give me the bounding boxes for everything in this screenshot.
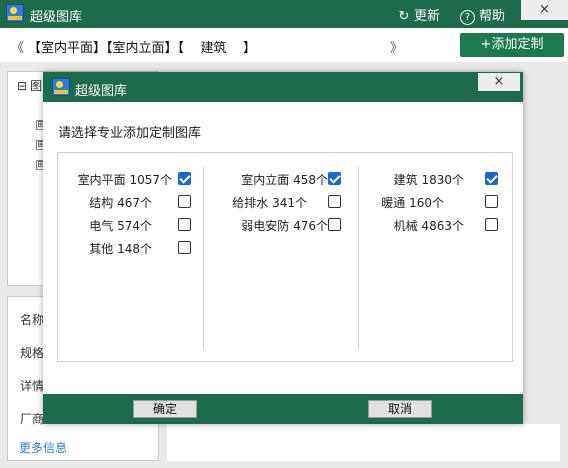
cancel-button[interactable]: 取消 xyxy=(368,400,432,418)
checkbox-architecture[interactable] xyxy=(485,172,498,185)
option-label-electrical: 电气 574个 xyxy=(89,219,152,233)
tree-root-label: 图 xyxy=(30,79,43,93)
dialog-logo-icon xyxy=(52,78,70,96)
checkbox-other[interactable] xyxy=(178,241,191,254)
discipline-options-box: 室内平面 1057个 结构 467个 电气 574个 其他 148个 室内立面 … xyxy=(57,152,513,362)
checkbox-interior-plan[interactable] xyxy=(178,172,191,185)
checkbox-electrical[interactable] xyxy=(178,218,191,231)
option-label-mechanical: 机械 4863个 xyxy=(393,219,464,233)
refresh-button[interactable]: ↻ 更新 xyxy=(396,5,440,24)
option-label-interior-elevation: 室内立面 458个 xyxy=(241,173,328,187)
add-custom-button[interactable]: +添加定制 xyxy=(460,33,564,57)
dialog-title: 超级图库 xyxy=(75,84,128,99)
confirm-button[interactable]: 确定 xyxy=(133,400,197,418)
window-close-button[interactable]: × xyxy=(521,0,568,20)
app-logo-icon xyxy=(6,4,24,22)
info-name-label: 名称 xyxy=(20,313,45,327)
info-vendor-label: 厂商 xyxy=(20,412,45,426)
category-toolbar: 《 【室内平面】【室内立面】【 建筑 】 》 +添加定制 xyxy=(0,28,568,62)
app-title: 超级图库 xyxy=(30,10,83,25)
dialog-prompt: 请选择专业添加定制图库 xyxy=(58,126,202,141)
scroll-left-arrow-icon[interactable]: 《 xyxy=(11,37,24,56)
checkbox-mechanical[interactable] xyxy=(485,218,498,231)
refresh-label: 更新 xyxy=(414,9,441,24)
option-label-hvac: 暖通 160个 xyxy=(381,196,444,210)
dialog-footer: 确定 取消 xyxy=(43,394,523,424)
dialog-titlebar: 超级图库 × xyxy=(43,72,523,102)
tree-root-item[interactable]: ⊟ 图 xyxy=(17,77,42,94)
tree-collapse-icon[interactable]: ⊟ xyxy=(17,79,27,93)
add-custom-dialog: 超级图库 × 请选择专业添加定制图库 室内平面 1057个 结构 467个 电气… xyxy=(43,72,523,424)
refresh-icon: ↻ xyxy=(398,9,410,24)
app-titlebar: 超级图库 ↻ 更新 ? 帮助 × xyxy=(0,0,568,28)
checkbox-low-voltage-security[interactable] xyxy=(328,218,341,231)
option-label-interior-plan: 室内平面 1057个 xyxy=(77,173,172,187)
checkbox-interior-elevation[interactable] xyxy=(328,172,341,185)
close-icon: × xyxy=(493,74,505,89)
checkbox-structure[interactable] xyxy=(178,195,191,208)
option-label-other: 其他 148个 xyxy=(89,242,152,256)
option-label-structure: 结构 467个 xyxy=(89,196,152,210)
close-icon: × xyxy=(539,2,550,17)
checkbox-hvac[interactable] xyxy=(485,195,498,208)
checkbox-plumbing[interactable] xyxy=(328,195,341,208)
column-divider xyxy=(203,167,204,349)
scroll-right-arrow-icon[interactable]: 》 xyxy=(390,37,403,56)
option-label-low-voltage-security: 弱电安防 476个 xyxy=(241,219,328,233)
help-button[interactable]: ? 帮助 xyxy=(460,5,505,25)
info-detail-label: 详情 xyxy=(20,379,45,393)
category-breadcrumb[interactable]: 【室内平面】【室内立面】【 建筑 】 xyxy=(28,37,256,56)
dialog-close-button[interactable]: × xyxy=(478,73,520,91)
content-area xyxy=(167,424,560,461)
more-info-link[interactable]: 更多信息 xyxy=(19,439,67,456)
column-divider xyxy=(358,167,359,349)
help-label: 帮助 xyxy=(479,9,506,24)
option-label-plumbing: 给排水 341个 xyxy=(232,196,307,210)
help-icon: ? xyxy=(460,10,475,25)
option-label-architecture: 建筑 1830个 xyxy=(393,173,464,187)
info-spec-label: 规格 xyxy=(20,346,45,360)
